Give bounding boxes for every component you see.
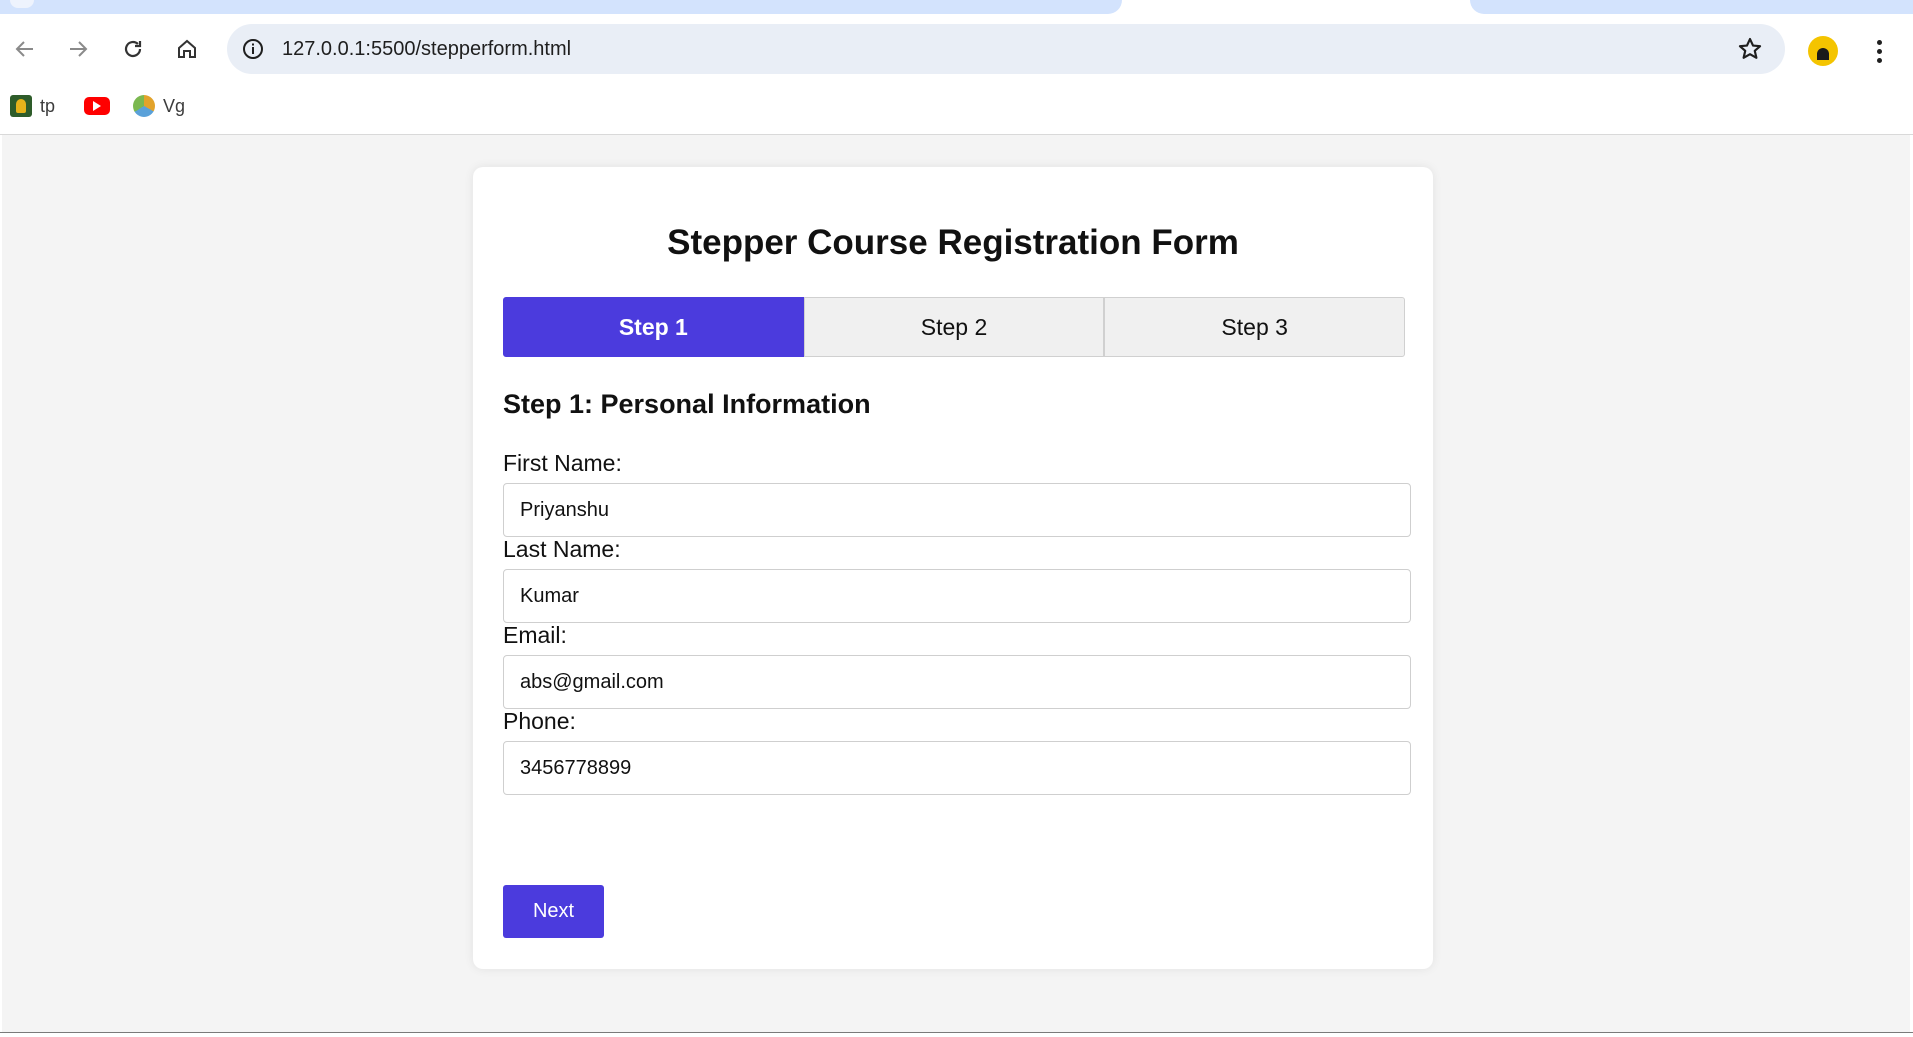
- youtube-icon: [84, 97, 110, 115]
- page-title: Stepper Course Registration Form: [667, 223, 1239, 262]
- forward-button[interactable]: [60, 31, 96, 67]
- vg-favicon-icon: [133, 95, 155, 117]
- bottom-border: [0, 1032, 1913, 1037]
- next-button[interactable]: Next: [503, 885, 604, 938]
- bookmarks-bar: tp Vg: [0, 81, 1913, 135]
- page-viewport: Stepper Course Registration Form Step 1 …: [2, 135, 1910, 1032]
- more-menu-icon[interactable]: [1864, 36, 1894, 66]
- bookmark-star-icon[interactable]: [1737, 36, 1763, 62]
- forward-arrow-icon: [70, 41, 88, 57]
- first-name-input[interactable]: [503, 483, 1411, 537]
- browser-toolbar: 127.0.0.1:5500/stepperform.html: [0, 17, 1913, 81]
- bookmark-label: tp: [40, 95, 56, 116]
- site-info-icon[interactable]: [239, 35, 267, 63]
- reload-icon: [124, 40, 142, 58]
- bookmark-label: Vg: [163, 95, 186, 116]
- email-label: Email:: [503, 622, 567, 648]
- section-title: Step 1: Personal Information: [503, 389, 871, 419]
- bookmark-vg[interactable]: Vg: [133, 93, 185, 119]
- last-name-label: Last Name:: [503, 536, 621, 562]
- last-name-input[interactable]: [503, 569, 1411, 623]
- url-text: 127.0.0.1:5500/stepperform.html: [282, 38, 572, 60]
- stepper: Step 1 Step 2 Step 3: [503, 297, 1406, 357]
- registration-card: Stepper Course Registration Form Step 1 …: [473, 167, 1433, 969]
- tab-favicon: [10, 0, 34, 8]
- home-button[interactable]: [169, 31, 205, 67]
- first-name-label: First Name:: [503, 450, 622, 476]
- bookmark-youtube[interactable]: [84, 93, 110, 119]
- browser-tab[interactable]: [0, 0, 1122, 14]
- profile-avatar-icon[interactable]: [1808, 36, 1838, 66]
- tp-favicon-icon: [10, 95, 32, 117]
- email-input[interactable]: [503, 655, 1411, 709]
- tab-strip: [0, 0, 1913, 17]
- step-1-tab[interactable]: Step 1: [503, 297, 804, 357]
- step-3-tab[interactable]: Step 3: [1104, 297, 1406, 357]
- address-bar[interactable]: 127.0.0.1:5500/stepperform.html: [227, 24, 1785, 74]
- bookmark-tp[interactable]: tp: [10, 93, 55, 119]
- home-icon: [178, 39, 196, 58]
- step-2-tab[interactable]: Step 2: [803, 297, 1105, 357]
- reload-button[interactable]: [115, 31, 151, 67]
- browser-tab[interactable]: [1470, 0, 1913, 14]
- phone-label: Phone:: [503, 708, 576, 734]
- back-button[interactable]: [7, 31, 43, 67]
- phone-input[interactable]: [503, 741, 1411, 795]
- back-arrow-icon: [15, 41, 33, 57]
